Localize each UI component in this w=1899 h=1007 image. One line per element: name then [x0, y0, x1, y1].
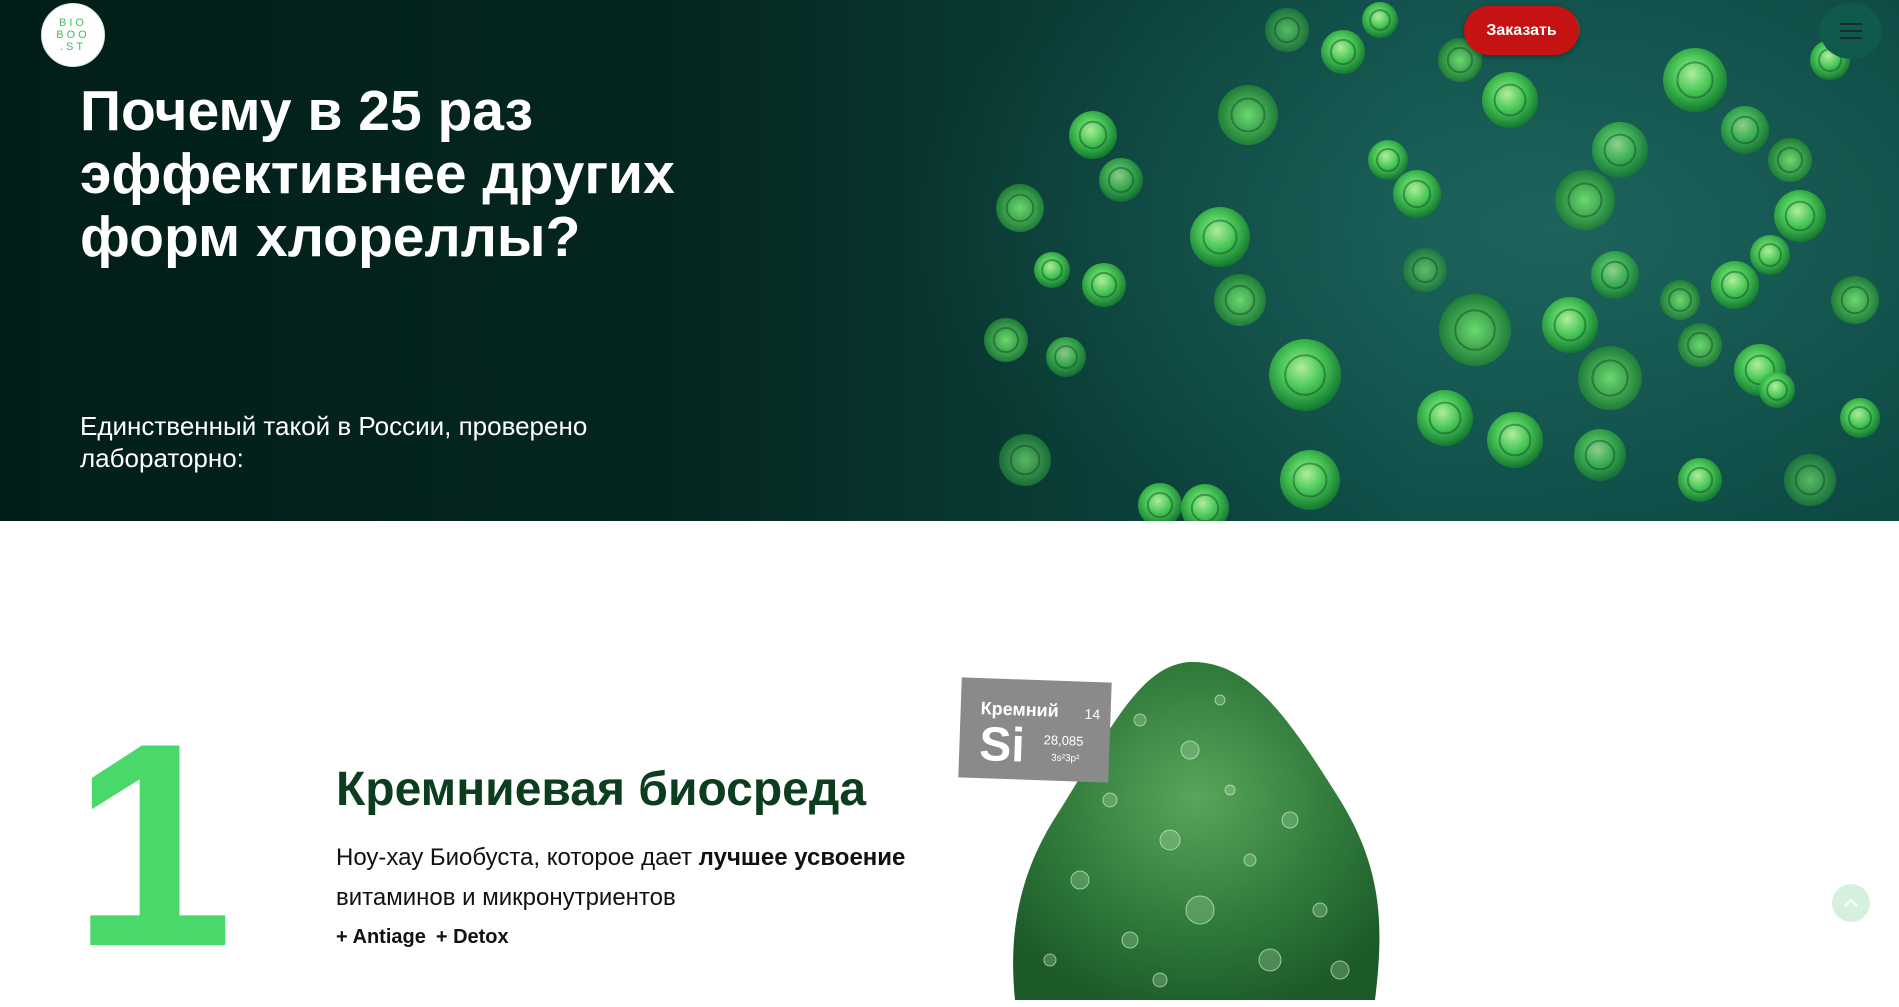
chlorella-cell: [1784, 454, 1836, 506]
bubble: [1133, 713, 1147, 727]
chlorella-cell: [1592, 122, 1648, 178]
chlorella-cell: [1214, 274, 1266, 326]
chlorella-cell: [996, 184, 1044, 232]
hero-banner: BIO BOO .ST Заказать Почему в 25 раз эфф…: [0, 0, 1899, 521]
chlorella-cell: [1721, 106, 1769, 154]
feature-desc-text-end: витаминов и микронутриентов: [336, 884, 676, 911]
chlorella-cell: [1759, 372, 1795, 408]
scroll-top-button[interactable]: [1832, 884, 1870, 922]
chlorella-cell: [1069, 111, 1117, 159]
chlorella-cell: [1417, 390, 1473, 446]
chlorella-cell: [1711, 261, 1759, 309]
bubble: [1281, 811, 1299, 829]
chlorella-cell: [1190, 207, 1250, 267]
hero-title: Почему в 25 раз эффективнее других форм …: [80, 79, 675, 269]
chlorella-cell: [1574, 429, 1626, 481]
chlorella-cell: [1403, 248, 1447, 292]
chlorella-cell: [1482, 72, 1538, 128]
menu-button[interactable]: [1820, 3, 1882, 59]
element-number: 14: [1084, 705, 1101, 723]
chevron-up-icon: [1844, 898, 1858, 907]
chlorella-cell: [1660, 280, 1700, 320]
chlorella-cell: [1218, 85, 1278, 145]
bubble: [1243, 853, 1257, 867]
hero-subtitle: Единственный такой в России, проверено л…: [80, 411, 588, 473]
hamburger-icon: [1840, 23, 1862, 39]
chlorella-cell: [1678, 458, 1722, 502]
logo-text: BIO BOO .ST: [56, 17, 90, 53]
brand-logo[interactable]: BIO BOO .ST: [41, 3, 105, 67]
chlorella-cell: [1046, 337, 1086, 377]
bubble: [1159, 829, 1181, 851]
tag-antiage: + Antiage: [336, 926, 426, 948]
bubble: [1312, 902, 1328, 918]
chlorella-cell: [1368, 140, 1408, 180]
feature-title: Кремниевая биосреда: [336, 763, 867, 816]
chlorella-cell: [1181, 484, 1229, 521]
chlorella-cell: [1269, 339, 1341, 411]
chlorella-cell: [1138, 483, 1182, 521]
chlorella-cell: [1280, 450, 1340, 510]
chlorella-cell: [1591, 251, 1639, 299]
bubble: [1258, 948, 1282, 972]
chlorella-cell: [1542, 297, 1598, 353]
chlorella-cell: [1487, 412, 1543, 468]
feature-description: Ноу-хау Биобуста, которое дает лучшее ус…: [336, 838, 936, 918]
chlorella-cell: [1321, 30, 1365, 74]
chlorella-cell: [1774, 190, 1826, 242]
chlorella-cell: [1393, 170, 1441, 218]
bubble: [1180, 740, 1200, 760]
chlorella-cell: [999, 434, 1051, 486]
chlorella-cell: [1831, 276, 1879, 324]
element-config: 3s²3p²: [1050, 752, 1080, 765]
chlorella-cell: [1750, 235, 1790, 275]
chlorella-cell: [1578, 346, 1642, 410]
element-mass: 28,085: [1043, 732, 1084, 749]
bubble: [1102, 792, 1118, 808]
silicon-element-card: Кремний 14 Si 28,085 3s²3p²: [958, 677, 1112, 783]
chlorella-cell: [1082, 263, 1126, 307]
bubble: [1185, 895, 1215, 925]
feature-tags: + Antiage + Detox: [336, 926, 509, 949]
element-symbol: Si: [978, 718, 1026, 773]
bubble: [1152, 972, 1168, 988]
chlorella-cell: [1439, 294, 1511, 366]
bubble: [1043, 953, 1057, 967]
chlorella-cell: [1663, 48, 1727, 112]
chlorella-cell: [1362, 2, 1398, 38]
chlorella-cell: [1678, 323, 1722, 367]
bubble: [1224, 784, 1236, 796]
chlorella-cell: [1840, 398, 1880, 438]
feature-desc-text: Ноу-хау Биобуста, которое дает: [336, 844, 699, 871]
feature-desc-bold: лучшее усвоение: [698, 844, 906, 871]
chlorella-cell: [1768, 138, 1812, 182]
bubble: [1330, 960, 1350, 980]
tag-detox: + Detox: [435, 926, 509, 948]
chlorella-cell: [1555, 170, 1615, 230]
bubble: [1070, 870, 1090, 890]
chlorella-cell: [1265, 8, 1309, 52]
order-button[interactable]: Заказать: [1464, 6, 1579, 55]
chlorella-cell: [984, 318, 1028, 362]
feature-number: 1: [72, 683, 234, 1007]
chlorella-cell: [1034, 252, 1070, 288]
bubble: [1121, 931, 1139, 949]
chlorella-cell: [1099, 158, 1143, 202]
bubble: [1214, 694, 1226, 706]
